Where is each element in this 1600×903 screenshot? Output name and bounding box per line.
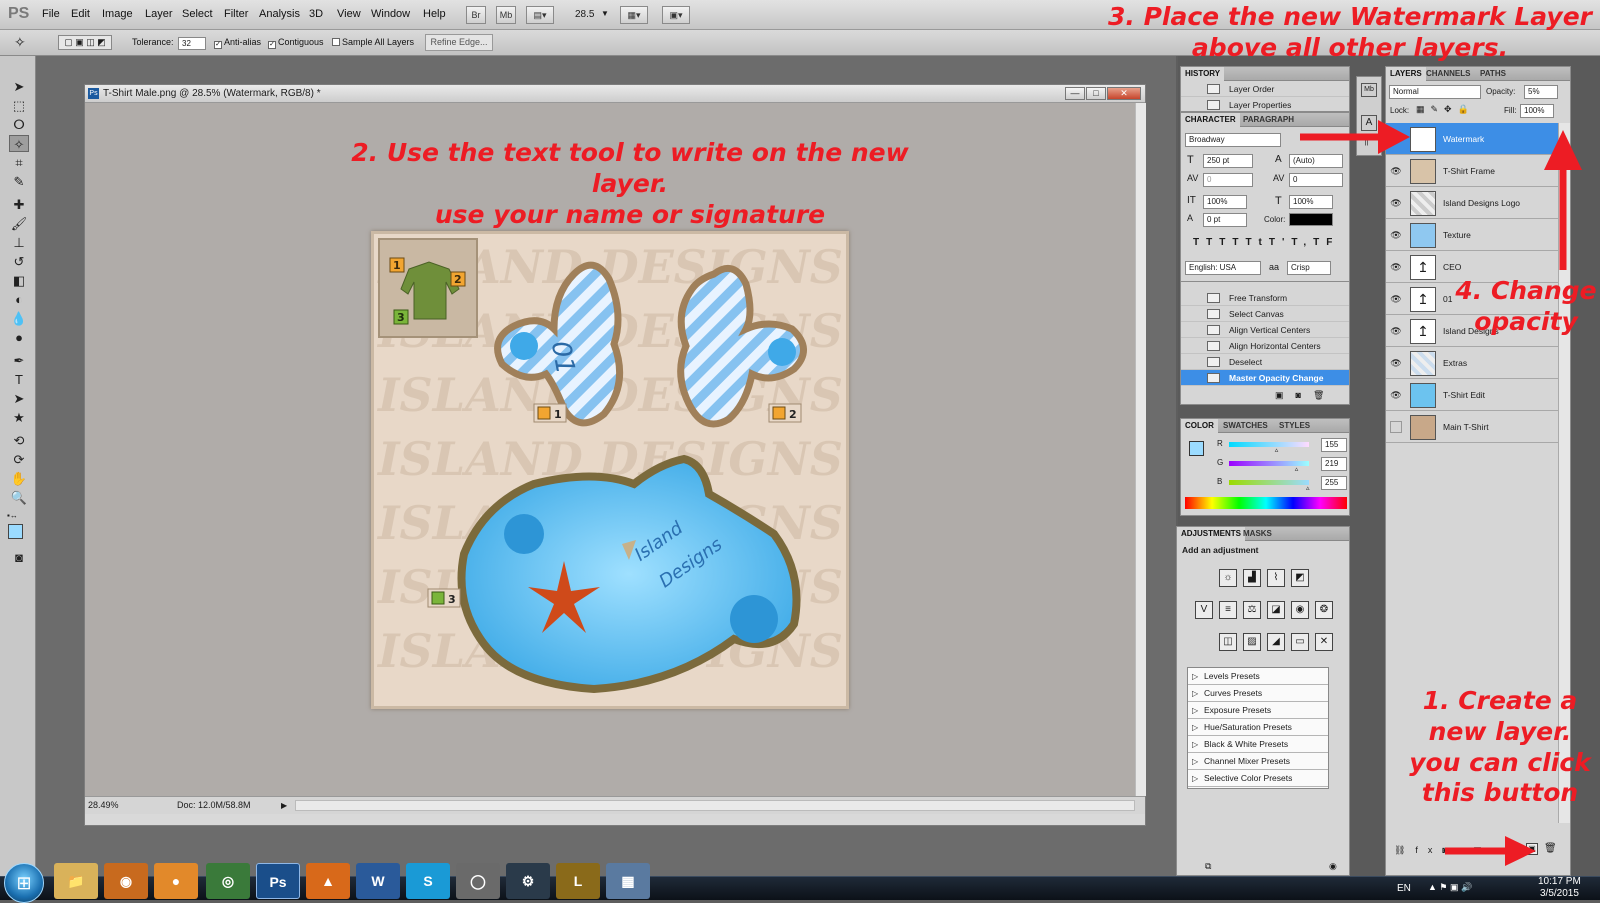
steam-icon[interactable]: ⚙ bbox=[506, 863, 550, 899]
vlc-icon[interactable]: ▲ bbox=[306, 863, 350, 899]
annotation-arrows bbox=[1300, 120, 1582, 866]
game-launcher-icon[interactable]: L bbox=[556, 863, 600, 899]
clock-date[interactable]: 3/5/2015 bbox=[1540, 888, 1579, 899]
firefox-icon[interactable]: ◉ bbox=[104, 863, 148, 899]
arrow-head-icon bbox=[1505, 836, 1536, 866]
chrome-icon[interactable]: ◎ bbox=[206, 863, 250, 899]
clock-time[interactable]: 10:17 PM bbox=[1538, 876, 1581, 887]
language-indicator[interactable]: EN bbox=[1397, 883, 1411, 894]
media-icon[interactable]: ● bbox=[154, 863, 198, 899]
tray-icons[interactable]: ▲ ⚑ ▣ 🔊 bbox=[1428, 882, 1472, 893]
word-icon[interactable]: W bbox=[356, 863, 400, 899]
photoshop-taskbar-icon[interactable]: Ps bbox=[256, 863, 300, 899]
skype-icon[interactable]: S bbox=[406, 863, 450, 899]
arrow-head-icon bbox=[1378, 120, 1410, 154]
control-panel-icon[interactable]: ▦ bbox=[606, 863, 650, 899]
windows-taskbar: ⊞ 📁 ◉ ● ◎ Ps ▲ W S ◯ ⚙ L ▦ EN ▲ ⚑ ▣ 🔊 10… bbox=[0, 863, 1600, 903]
arrow-head-icon bbox=[1544, 130, 1582, 170]
explorer-icon[interactable]: 📁 bbox=[54, 863, 98, 899]
start-button[interactable]: ⊞ bbox=[4, 863, 44, 903]
disc-icon[interactable]: ◯ bbox=[456, 863, 500, 899]
